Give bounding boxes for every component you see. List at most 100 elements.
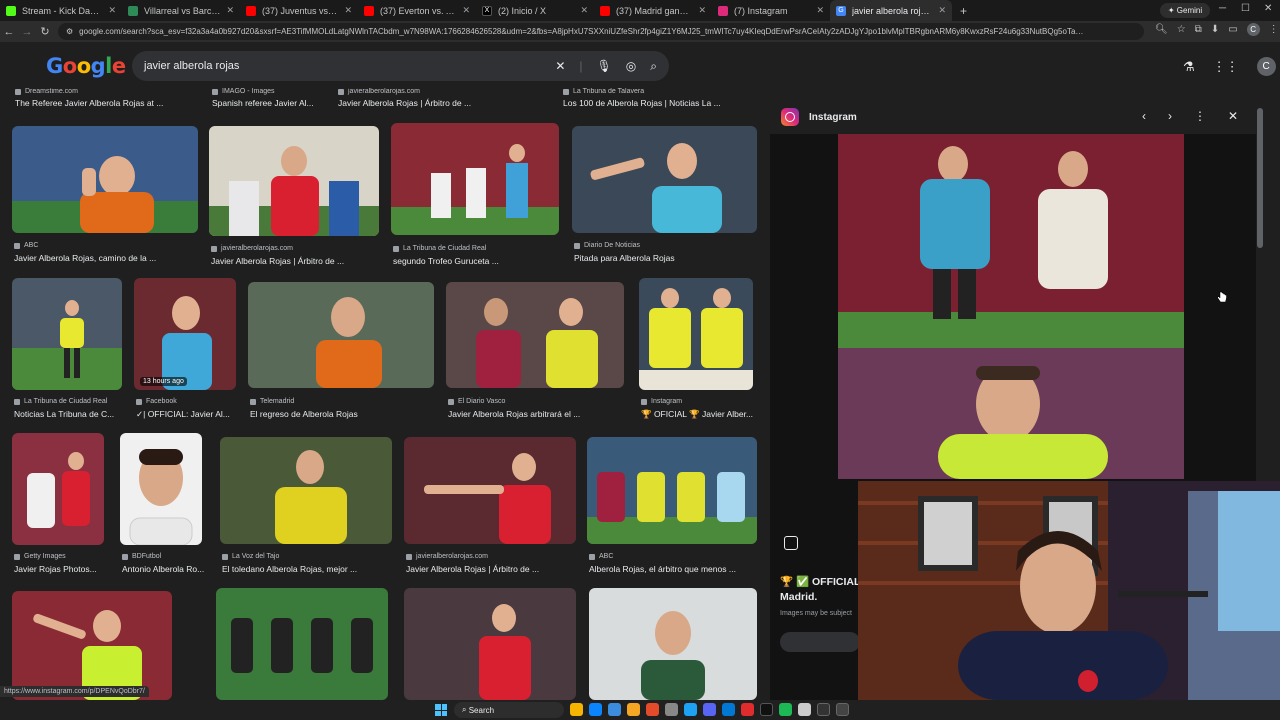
taskbar-app-icon[interactable] [589,703,602,716]
close-icon[interactable]: ✕ [108,5,116,16]
result-thumbnail[interactable] [587,437,757,544]
result-card[interactable]: La Tribuna de Ciudad Real Noticias La Tr… [12,278,122,423]
tab-x[interactable]: X (2) Inicio / X ✕ [476,0,594,21]
close-icon[interactable]: ✕ [344,5,352,16]
zoom-icon[interactable]: 🔍︎ [1155,24,1168,35]
taskbar-app-icon[interactable] [684,703,697,716]
result-thumbnail[interactable] [404,437,576,544]
close-icon[interactable]: ✕ [580,5,588,16]
result-thumbnail[interactable] [572,126,757,233]
taskbar-app-icon[interactable] [741,703,754,716]
result-card[interactable]: javieralberolarojas.com Javier Alberola … [209,126,379,266]
search-icon[interactable]: ⌕ [650,59,657,74]
result-thumbnail[interactable] [589,588,757,700]
taskbar-app-icon[interactable] [760,703,773,716]
close-icon[interactable]: ✕ [226,5,234,16]
taskbar-app-icon[interactable] [570,703,583,716]
new-tab-button[interactable]: + [952,4,975,18]
result-card[interactable]: Instagram 🏆 OFICIAL 🏆 Javier Alber... [639,278,757,423]
next-icon[interactable]: › [1168,109,1172,123]
profile-avatar[interactable]: C [1246,23,1260,36]
result-card[interactable]: La Voz del Tajo El toledano Alberola Roj… [220,437,392,578]
preview-image[interactable] [838,134,1184,479]
taskbar-app-icon[interactable] [722,703,735,716]
reload-icon[interactable]: ↻ [36,25,54,38]
taskbar-app-icon[interactable] [798,703,811,716]
taskbar-app-icon[interactable] [665,703,678,716]
tab-youtube-madrid[interactable]: (37) Madrid gana y Mbappe ig... ✕ [594,0,712,21]
result-card[interactable]: ABC Alberola Rojas, el árbitro que menos… [587,437,757,578]
tab-kick[interactable]: Stream - Kick Dashboard ✕ [0,0,122,21]
maximize-icon[interactable]: ☐ [1241,3,1250,14]
minimize-icon[interactable]: ─ [1219,3,1226,14]
result-card[interactable] [589,588,757,700]
forward-icon[interactable]: → [18,26,36,38]
visual-search-icon[interactable] [784,536,798,550]
result-card[interactable] [12,591,172,700]
taskbar-app-icon[interactable] [627,703,640,716]
account-avatar[interactable]: C [1256,57,1276,76]
close-icon[interactable]: ✕ [816,5,824,16]
labs-icon[interactable]: ⚗ [1183,59,1195,75]
sidebar-icon[interactable]: ▭ [1228,24,1237,35]
menu-dots-icon[interactable]: ⋮ [1269,24,1279,35]
more-options-icon[interactable]: ⋮ [1194,109,1206,123]
result-thumbnail[interactable] [220,437,392,544]
result-thumbnail[interactable]: 13 hours ago [134,278,236,390]
result-thumbnail[interactable] [12,433,104,545]
result-thumbnail[interactable] [120,433,202,545]
result-card[interactable]: Diario De Noticias Pitada para Alberola … [572,126,757,266]
tab-marca[interactable]: Villarreal vs Barcelona - marca... ✕ [122,0,240,21]
gemini-button[interactable]: ✦ Gemini [1160,3,1210,18]
taskbar-app-icon[interactable] [779,703,792,716]
result-thumbnail[interactable] [12,278,122,390]
panel-site-name[interactable]: Instagram [809,112,857,123]
result-thumbnail[interactable] [12,591,172,700]
result-card[interactable]: 13 hours ago Facebook ✓| OFFICIAL: Javie… [134,278,236,423]
visit-button[interactable] [780,632,860,652]
tab-google-search[interactable]: G javier alberola rojas - Google S... ✕ [830,0,952,21]
close-window-icon[interactable]: ✕ [1264,3,1272,14]
previous-icon[interactable]: ‹ [1142,109,1146,123]
lens-icon[interactable]: ◎ [626,59,636,73]
search-input[interactable]: javier alberola rojas ✕ | 🎙︎ ◎ ⌕ [132,51,669,81]
taskbar-search[interactable]: ⌕ Search [454,702,564,718]
result-card[interactable] [404,588,576,700]
result-card[interactable]: El Diario Vasco Javier Alberola Rojas ar… [446,282,624,423]
download-icon[interactable]: ⬇ [1211,24,1219,35]
result-thumbnail[interactable] [404,588,576,700]
result-thumbnail[interactable] [446,282,624,388]
tab-youtube-juventus[interactable]: (37) Juventus vs. Roma: Extend... ✕ [240,0,358,21]
scrollbar-thumb[interactable] [1257,108,1263,248]
extension-icon[interactable]: ⧉ [1195,24,1202,35]
clear-icon[interactable]: ✕ [555,59,565,73]
windows-start-icon[interactable] [435,704,447,716]
result-card[interactable]: La Tribuna de Ciudad Real segundo Trofeo… [391,123,559,266]
result-card[interactable]: La Tribuna de Talavera Los 100 de Albero… [561,88,757,110]
tab-youtube-everton[interactable]: (37) Everton vs. Arsenal | Highl... ✕ [358,0,476,21]
result-card[interactable]: IMAGO - Images Spanish referee Javier Al… [210,88,330,110]
taskbar-app-icon[interactable] [646,703,659,716]
taskbar-app-icon[interactable] [608,703,621,716]
taskbar-app-icon[interactable] [817,703,830,716]
result-thumbnail[interactable] [639,278,753,390]
result-card[interactable]: Telemadrid El regreso de Alberola Rojas [248,282,434,423]
apps-grid-icon[interactable]: ⋮⋮ [1213,59,1239,75]
site-info-icon[interactable]: ⚙ [66,27,73,36]
taskbar-app-icon[interactable] [703,703,716,716]
result-card[interactable]: Getty Images Javier Rojas Photos... [12,433,104,578]
result-thumbnail[interactable] [248,282,434,388]
taskbar-app-icon[interactable] [836,703,849,716]
result-thumbnail[interactable] [12,126,198,233]
result-thumbnail[interactable] [209,126,379,236]
microphone-icon[interactable]: 🎙︎ [597,59,612,73]
panel-caption[interactable]: 🏆 ✅ OFFICIAL Madrid. [780,575,870,605]
result-thumbnail[interactable] [216,588,388,700]
google-logo[interactable]: Google [46,54,126,78]
result-card[interactable]: ABC Javier Alberola Rojas, camino de la … [12,126,198,266]
result-card[interactable]: javieralberolarojas.com Javier Alberola … [404,437,576,578]
result-card[interactable]: BDFutbol Antonio Alberola Ro... [120,433,210,578]
close-icon[interactable]: ✕ [462,5,470,16]
close-icon[interactable]: ✕ [698,5,706,16]
back-icon[interactable]: ← [0,26,18,38]
